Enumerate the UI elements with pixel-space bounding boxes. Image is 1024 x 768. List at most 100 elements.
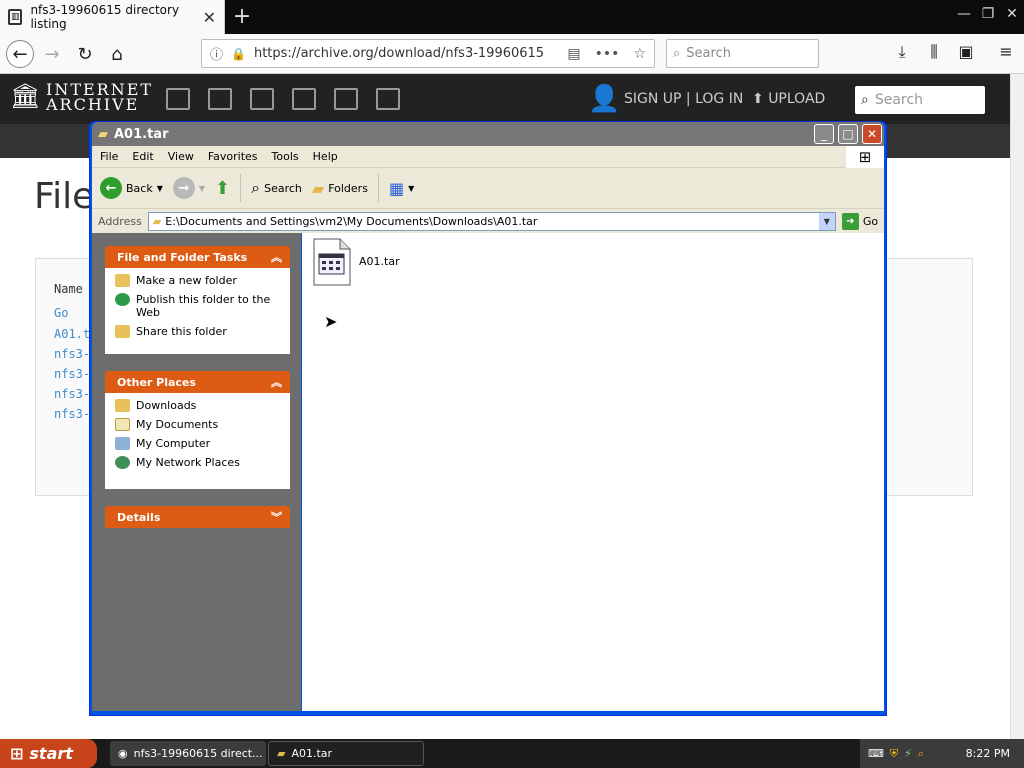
table-row[interactable]: nfs3-	[54, 347, 90, 361]
ia-search-input[interactable]: ⌕ Search	[855, 86, 985, 114]
menu-help[interactable]: Help	[313, 150, 338, 163]
page-actions-icon[interactable]: •••	[595, 46, 620, 62]
close-window-icon[interactable]: ✕	[1002, 6, 1022, 22]
address-input[interactable]: ▰ E:\Documents and Settings\vm2\My Docum…	[147, 211, 836, 231]
restore-window-icon[interactable]: ❐	[978, 6, 998, 22]
task-new-folder[interactable]: Make a new folder	[115, 274, 280, 287]
security-shield-icon[interactable]: ⛨	[890, 747, 898, 761]
table-row[interactable]: nfs3-	[54, 367, 90, 381]
table-row[interactable]: A01.t	[54, 327, 90, 341]
url-text[interactable]: https://archive.org/download/nfs3-199606…	[254, 46, 559, 61]
explorer-minimize-icon[interactable]: _	[814, 124, 834, 144]
library-icon[interactable]: ⫼	[922, 42, 946, 62]
go-button[interactable]: ➜ Go	[841, 212, 879, 230]
tab-close-icon[interactable]: ✕	[203, 8, 216, 27]
browser-search-input[interactable]: ⌕ Search	[666, 39, 819, 68]
taskbar-item-browser[interactable]: ◉ nfs3-19960615 direct...	[110, 741, 266, 766]
file-name[interactable]: A01.tar	[359, 255, 400, 268]
collapse-icon[interactable]: ︽	[271, 374, 282, 390]
places-panel-header[interactable]: Other Places ︽	[105, 371, 290, 393]
up-folder-button[interactable]: ⬆	[215, 178, 230, 199]
search-label: Search	[264, 181, 302, 195]
folders-button[interactable]: ▰ Folders	[312, 179, 368, 198]
signup-login-link[interactable]: SIGN UP | LOG IN	[624, 91, 743, 107]
magnifier-icon: ⌕	[251, 178, 261, 197]
tasks-panel-body: Make a new folder Publish this folder to…	[105, 268, 290, 354]
menu-view[interactable]: View	[168, 150, 194, 163]
user-icon[interactable]: 👤	[588, 84, 620, 114]
minimize-window-icon[interactable]: —	[954, 6, 974, 22]
explorer-close-icon[interactable]: ✕	[862, 124, 882, 144]
lock-icon: 🔒	[231, 46, 246, 61]
collapse-icon[interactable]: ︽	[271, 249, 282, 265]
back-button[interactable]: ←	[6, 40, 34, 68]
network-places-icon	[115, 456, 130, 469]
chevron-down-icon[interactable]: ▼	[157, 184, 163, 193]
chevron-down-icon[interactable]: ▼	[199, 184, 205, 193]
sidebar-icon[interactable]: ▣	[954, 42, 978, 61]
expand-icon[interactable]: ︾	[271, 509, 282, 525]
explorer-title-bar[interactable]: ▰ A01.tar	[92, 122, 884, 146]
tab-title: nfs3-19960615 directory listing	[30, 3, 180, 31]
menu-favorites[interactable]: Favorites	[208, 150, 258, 163]
start-label: start	[29, 744, 73, 763]
menu-icon[interactable]: ≡	[994, 42, 1018, 61]
info-icon[interactable]: ⓘ	[210, 44, 223, 63]
url-bar[interactable]: ⓘ 🔒 https://archive.org/download/nfs3-19…	[201, 39, 655, 68]
address-dropdown-icon[interactable]: ▼	[818, 212, 835, 230]
bookmark-star-icon[interactable]: ☆	[633, 46, 646, 62]
keyboard-icon[interactable]: ⌨	[868, 747, 884, 760]
images-icon[interactable]	[376, 88, 400, 110]
table-row[interactable]: nfs3-	[54, 407, 90, 421]
forward-arrow-icon: →	[172, 177, 195, 199]
reader-view-icon[interactable]: ▤	[567, 46, 580, 62]
file-list-pane[interactable]	[302, 233, 884, 711]
tar-file-icon[interactable]	[312, 238, 352, 286]
place-my-documents[interactable]: My Documents	[115, 418, 280, 431]
search-tray-icon[interactable]: ⌕	[918, 747, 924, 761]
search-button[interactable]: ⌕ Search	[251, 178, 302, 198]
ia-logo[interactable]: 🏛 INTERNET ARCHIVE	[10, 82, 153, 113]
place-network[interactable]: My Network Places	[115, 456, 280, 469]
start-button[interactable]: ⊞ start	[0, 739, 97, 768]
archive-building-icon: 🏛	[10, 82, 41, 110]
texts-icon[interactable]	[208, 88, 232, 110]
my-documents-icon	[115, 418, 130, 431]
video-icon[interactable]	[250, 88, 274, 110]
forward-button[interactable]: → ▼	[172, 177, 205, 199]
details-panel-header[interactable]: Details ︾	[105, 506, 290, 528]
menu-edit[interactable]: Edit	[132, 150, 153, 163]
task-publish-web[interactable]: Publish this folder to the Web	[115, 293, 280, 319]
back-button[interactable]: ← Back ▼	[100, 177, 163, 199]
task-share-folder[interactable]: Share this folder	[115, 325, 280, 338]
menu-file[interactable]: File	[100, 150, 118, 163]
folder-icon: ▰	[277, 747, 286, 760]
browser-tab[interactable]: ▥ nfs3-19960615 directory listing ✕	[0, 0, 225, 34]
taskbar-item-explorer[interactable]: ▰ A01.tar	[268, 741, 424, 766]
tasks-panel-header[interactable]: File and Folder Tasks ︽	[105, 246, 290, 268]
tasks-panel-title: File and Folder Tasks	[117, 250, 248, 264]
share-folder-icon	[115, 325, 130, 338]
forward-button[interactable]: →	[38, 40, 66, 68]
network-icon[interactable]: ⚡	[904, 747, 912, 760]
views-button[interactable]: ▦ ▼	[389, 179, 414, 198]
up-folder-icon: ⬆	[215, 177, 231, 199]
explorer-maximize-icon[interactable]: □	[838, 124, 858, 144]
table-row[interactable]: nfs3-	[54, 387, 90, 401]
software-icon[interactable]	[334, 88, 358, 110]
place-my-computer[interactable]: My Computer	[115, 437, 280, 450]
address-bar: Address ▰ E:\Documents and Settings\vm2\…	[92, 209, 884, 233]
toolbar-separator	[377, 174, 379, 202]
place-downloads[interactable]: Downloads	[115, 399, 280, 412]
page-scrollbar[interactable]	[1010, 74, 1024, 740]
web-icon[interactable]	[166, 88, 190, 110]
downloads-icon[interactable]: ⤓	[890, 42, 914, 62]
menu-tools[interactable]: Tools	[272, 150, 299, 163]
new-tab-button[interactable]: +	[230, 4, 254, 29]
table-row[interactable]: Go	[54, 306, 68, 320]
home-button[interactable]: ⌂	[103, 40, 131, 68]
reload-button[interactable]: ↻	[71, 40, 99, 68]
audio-icon[interactable]	[292, 88, 316, 110]
go-label: Go	[862, 214, 879, 228]
upload-link[interactable]: ⬆ UPLOAD	[752, 91, 825, 107]
